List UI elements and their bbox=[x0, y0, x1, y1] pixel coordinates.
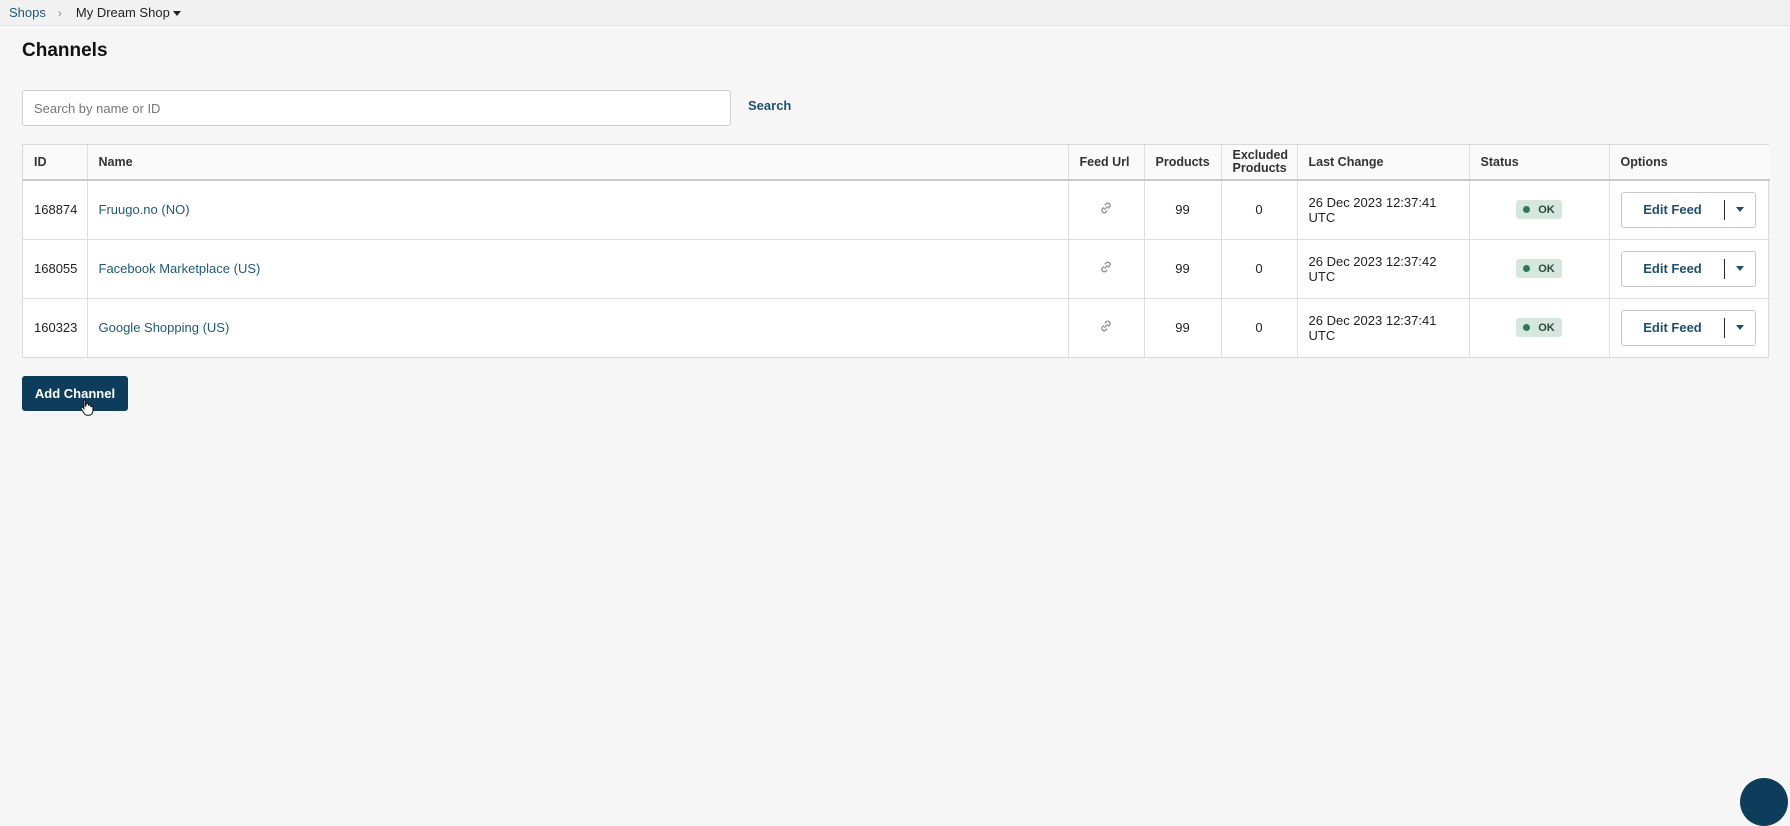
edit-feed-button[interactable]: Edit Feed bbox=[1622, 252, 1724, 286]
column-header-name[interactable]: Name bbox=[87, 145, 1069, 181]
link-icon[interactable] bbox=[1099, 201, 1113, 215]
edit-feed-button[interactable]: Edit Feed bbox=[1622, 311, 1724, 345]
cell-last-change: 26 Dec 2023 12:37:41 UTC bbox=[1297, 298, 1470, 357]
edit-feed-split-button: Edit Feed bbox=[1620, 309, 1756, 346]
breadcrumb-bar: Shops › My Dream Shop bbox=[0, 0, 1790, 26]
hand-cursor-icon bbox=[80, 399, 94, 416]
cell-products: 99 bbox=[1144, 180, 1222, 240]
cell-id: 168874 bbox=[23, 180, 88, 240]
column-header-last-change[interactable]: Last Change bbox=[1297, 145, 1470, 181]
link-icon[interactable] bbox=[1099, 319, 1113, 333]
status-dot-icon bbox=[1523, 324, 1531, 332]
page-title: Channels bbox=[22, 40, 108, 61]
breadcrumb-separator: › bbox=[57, 5, 62, 20]
cell-excluded-products: 0 bbox=[1221, 298, 1298, 357]
shop-selector-label: My Dream Shop bbox=[75, 5, 170, 20]
caret-down-icon bbox=[172, 10, 181, 16]
table-row: 168874 Fruugo.no (NO) 99 0 26 Dec 2023 1… bbox=[23, 180, 1770, 240]
status-badge: OK bbox=[1516, 259, 1562, 278]
options-dropdown-toggle[interactable] bbox=[1725, 252, 1755, 286]
status-label: OK bbox=[1538, 203, 1555, 216]
column-header-options: Options bbox=[1609, 145, 1770, 181]
column-header-id[interactable]: ID bbox=[23, 145, 88, 181]
chevron-down-icon bbox=[1735, 325, 1744, 331]
channel-name-link[interactable]: Google Shopping (US) bbox=[99, 320, 230, 335]
cell-id: 160323 bbox=[23, 298, 88, 357]
edit-feed-split-button: Edit Feed bbox=[1620, 250, 1756, 287]
options-dropdown-toggle[interactable] bbox=[1725, 193, 1755, 227]
column-header-status[interactable]: Status bbox=[1469, 145, 1610, 181]
shop-selector-dropdown[interactable]: My Dream Shop bbox=[76, 5, 181, 20]
breadcrumb-shops-link[interactable]: Shops bbox=[9, 5, 46, 20]
status-badge: OK bbox=[1516, 318, 1562, 338]
table-header-row: ID Name Feed Url Products Excluded Produ… bbox=[23, 145, 1770, 181]
search-button[interactable]: Search bbox=[748, 98, 791, 113]
status-label: OK bbox=[1538, 262, 1555, 275]
column-header-excluded-line2: Products bbox=[1232, 161, 1287, 175]
status-dot-icon bbox=[1523, 206, 1531, 214]
chat-bubble-button[interactable] bbox=[1740, 778, 1788, 826]
link-icon[interactable] bbox=[1099, 260, 1113, 274]
search-input[interactable] bbox=[22, 90, 731, 126]
cell-id: 168055 bbox=[23, 239, 88, 299]
channel-name-link[interactable]: Fruugo.no (NO) bbox=[99, 202, 190, 217]
channel-name-link[interactable]: Facebook Marketplace (US) bbox=[99, 261, 261, 276]
table-row: 168055 Facebook Marketplace (US) 99 0 26… bbox=[23, 239, 1770, 299]
chevron-down-icon bbox=[1735, 207, 1744, 213]
column-header-excluded-line1: Excluded bbox=[1232, 148, 1289, 162]
status-badge: OK bbox=[1516, 200, 1562, 220]
chevron-down-icon bbox=[1735, 266, 1744, 271]
column-header-excluded-products[interactable]: Excluded Products bbox=[1221, 145, 1298, 181]
cell-excluded-products: 0 bbox=[1221, 239, 1298, 299]
cell-excluded-products: 0 bbox=[1221, 180, 1298, 240]
options-dropdown-toggle[interactable] bbox=[1725, 311, 1755, 345]
edit-feed-split-button: Edit Feed bbox=[1620, 191, 1756, 228]
add-channel-button[interactable]: Add Channel bbox=[22, 376, 128, 411]
status-dot-icon bbox=[1523, 265, 1531, 272]
status-label: OK bbox=[1538, 321, 1555, 334]
cell-products: 99 bbox=[1144, 298, 1222, 357]
column-header-products[interactable]: Products bbox=[1144, 145, 1222, 181]
cell-last-change: 26 Dec 2023 12:37:42 UTC bbox=[1297, 239, 1470, 299]
cell-products: 99 bbox=[1144, 239, 1222, 299]
edit-feed-button[interactable]: Edit Feed bbox=[1622, 193, 1724, 227]
channels-table: ID Name Feed Url Products Excluded Produ… bbox=[22, 144, 1770, 358]
column-header-feed-url: Feed Url bbox=[1068, 145, 1145, 181]
table-row: 160323 Google Shopping (US) 99 0 26 Dec … bbox=[23, 298, 1770, 357]
cell-last-change: 26 Dec 2023 12:37:41 UTC bbox=[1297, 180, 1470, 240]
